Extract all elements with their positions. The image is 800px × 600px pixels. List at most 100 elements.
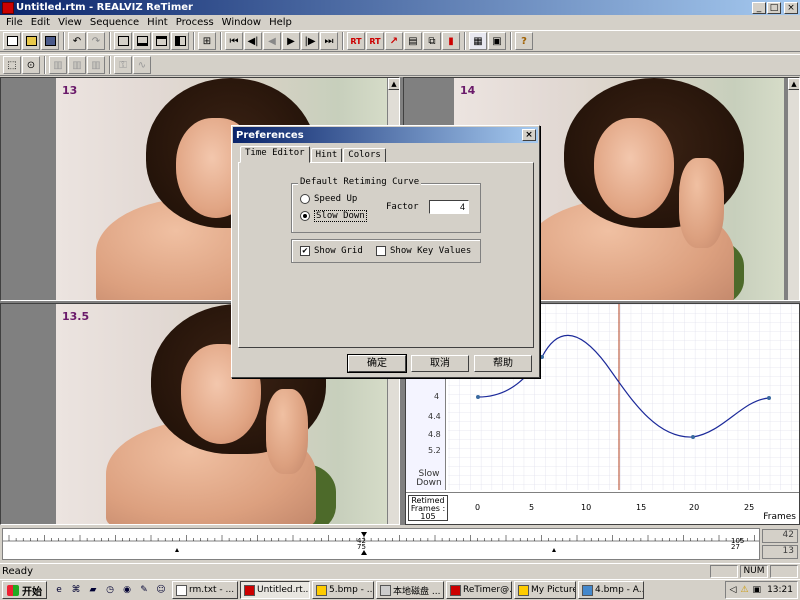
play-icon[interactable]: ▶ [282, 32, 300, 50]
menu-sequence[interactable]: Sequence [86, 17, 143, 28]
dialog-title: Preferences [236, 129, 304, 141]
volume-icon[interactable]: ◁ [730, 585, 737, 595]
motion-icon[interactable]: ↗ [385, 32, 403, 50]
start-button[interactable]: 开始 [2, 581, 47, 599]
go-to-end-icon[interactable]: ⏭ [320, 32, 338, 50]
media-icon[interactable]: ◉ [119, 582, 135, 598]
dialog-title-bar[interactable]: Preferences × [233, 127, 538, 143]
show-grid-checkbox[interactable]: ✔ Show Grid [300, 246, 363, 256]
key-point[interactable] [691, 435, 695, 439]
app-icon[interactable] [2, 1, 14, 14]
scroll-up-icon[interactable]: ▲ [388, 78, 399, 90]
tab-colors[interactable]: Colors [343, 148, 386, 163]
network-tray-icon[interactable]: ▣ [753, 585, 762, 595]
menu-process[interactable]: Process [172, 17, 218, 28]
menu-hint[interactable]: Hint [143, 17, 172, 28]
x-tick: 20 [689, 503, 700, 512]
radio-button[interactable] [300, 194, 310, 204]
task-my-pictures[interactable]: My Pictures [514, 581, 576, 599]
show-key-values-checkbox[interactable]: Show Key Values [376, 246, 471, 256]
help-button[interactable]: 帮助 [474, 355, 532, 372]
filter-a-icon[interactable]: ▥ [49, 56, 67, 74]
filter-b-icon[interactable]: ▥ [68, 56, 86, 74]
checkbox[interactable] [376, 246, 386, 256]
toolbar-separator [220, 32, 222, 50]
key-icon[interactable]: ⚿ [114, 56, 132, 74]
task-4-bmp[interactable]: 4.bmp - A... [578, 581, 644, 599]
layout-three-icon[interactable] [152, 32, 170, 50]
step-forward-icon[interactable]: |▶ [301, 32, 319, 50]
slow-down-radio[interactable]: Slow Down [300, 210, 367, 222]
undo-icon[interactable]: ↶ [68, 32, 86, 50]
radio-button[interactable] [300, 211, 310, 221]
layout-two-icon[interactable] [133, 32, 151, 50]
clock-icon[interactable]: ◷ [102, 582, 118, 598]
vertical-scrollbar[interactable]: ▲ [787, 78, 799, 300]
x-tick: 15 [636, 503, 647, 512]
menu-help[interactable]: Help [265, 17, 296, 28]
open-folder-icon[interactable] [22, 32, 40, 50]
menu-view[interactable]: View [54, 17, 86, 28]
task-rm-txt[interactable]: rm.txt - ... [172, 581, 238, 599]
frame-counter-bottom: 13 [762, 545, 798, 559]
clock[interactable]: 13:21 [767, 585, 793, 595]
folder-icon[interactable]: ▰ [85, 582, 101, 598]
frames-icon[interactable]: ▤ [404, 32, 422, 50]
save-icon[interactable] [41, 32, 59, 50]
render-icon[interactable]: ▮ [442, 32, 460, 50]
copy-frames-icon[interactable]: ⧉ [423, 32, 441, 50]
timeline-ruler[interactable]: 42 75 105 27 [2, 528, 760, 560]
scroll-up-icon[interactable]: ▲ [788, 78, 799, 90]
retime-all-icon[interactable]: RT [366, 32, 384, 50]
speed-up-radio[interactable]: Speed Up [300, 194, 357, 204]
task-5-bmp[interactable]: 5.bmp - ... [312, 581, 374, 599]
filter-c-icon[interactable]: ▥ [87, 56, 105, 74]
display-grid-icon[interactable]: ▦ [469, 32, 487, 50]
play-back-icon[interactable]: ◀ [263, 32, 281, 50]
new-file-icon[interactable] [3, 32, 21, 50]
paint-icon[interactable]: ✎ [136, 582, 152, 598]
checkbox[interactable]: ✔ [300, 246, 310, 256]
select-icon[interactable]: ⬚ [3, 56, 21, 74]
layout-grid-icon[interactable]: ⊞ [198, 32, 216, 50]
redo-icon[interactable]: ↷ [87, 32, 105, 50]
chat-icon[interactable]: ☺ [153, 582, 169, 598]
maximize-button[interactable]: □ [767, 1, 781, 14]
preferences-dialog: Preferences × Time Editor Hint Colors De… [231, 125, 540, 378]
close-button[interactable]: × [784, 1, 798, 14]
range-end-marker[interactable] [552, 548, 556, 552]
preview-icon[interactable]: ▣ [488, 32, 506, 50]
ok-button[interactable]: 确定 [347, 354, 407, 373]
step-back-icon[interactable]: ◀︎| [244, 32, 262, 50]
warning-icon[interactable]: ⚠ [740, 585, 748, 595]
x-tick: 10 [581, 503, 592, 512]
menu-window[interactable]: Window [218, 17, 265, 28]
menu-file[interactable]: File [2, 17, 27, 28]
tab-time-editor[interactable]: Time Editor [240, 146, 310, 163]
tab-hint[interactable]: Hint [310, 148, 343, 163]
browser-icon[interactable]: e [51, 582, 67, 598]
dialog-close-button[interactable]: × [522, 129, 536, 141]
checkbox-label: Show Key Values [390, 246, 472, 256]
layout-split-icon[interactable] [171, 32, 189, 50]
task-local-disk[interactable]: 本地磁盘 ... [376, 581, 444, 599]
layout-single-icon[interactable] [114, 32, 132, 50]
key-point[interactable] [476, 395, 480, 399]
cancel-button[interactable]: 取消 [411, 355, 469, 372]
network-icon[interactable]: ⌘ [68, 582, 84, 598]
frame-counter-top: 42 [762, 529, 798, 543]
target-icon[interactable]: ⊙ [22, 56, 40, 74]
go-to-start-icon[interactable]: ⏮ [225, 32, 243, 50]
task-retimer-window[interactable]: Untitled.rt... [240, 581, 310, 599]
retime-icon[interactable]: RT [347, 32, 365, 50]
minimize-button[interactable]: _ [752, 1, 766, 14]
key-point[interactable] [767, 396, 771, 400]
task-retimer-about[interactable]: ReTimer@... [446, 581, 512, 599]
help-icon[interactable]: ? [515, 32, 533, 50]
menu-edit[interactable]: Edit [27, 17, 54, 28]
curve-icon[interactable]: ∿ [133, 56, 151, 74]
factor-input[interactable]: 4 [429, 200, 469, 214]
range-start-marker[interactable] [175, 548, 179, 552]
key-point[interactable] [540, 355, 544, 359]
task-label: 4.bmp - A... [595, 585, 644, 595]
